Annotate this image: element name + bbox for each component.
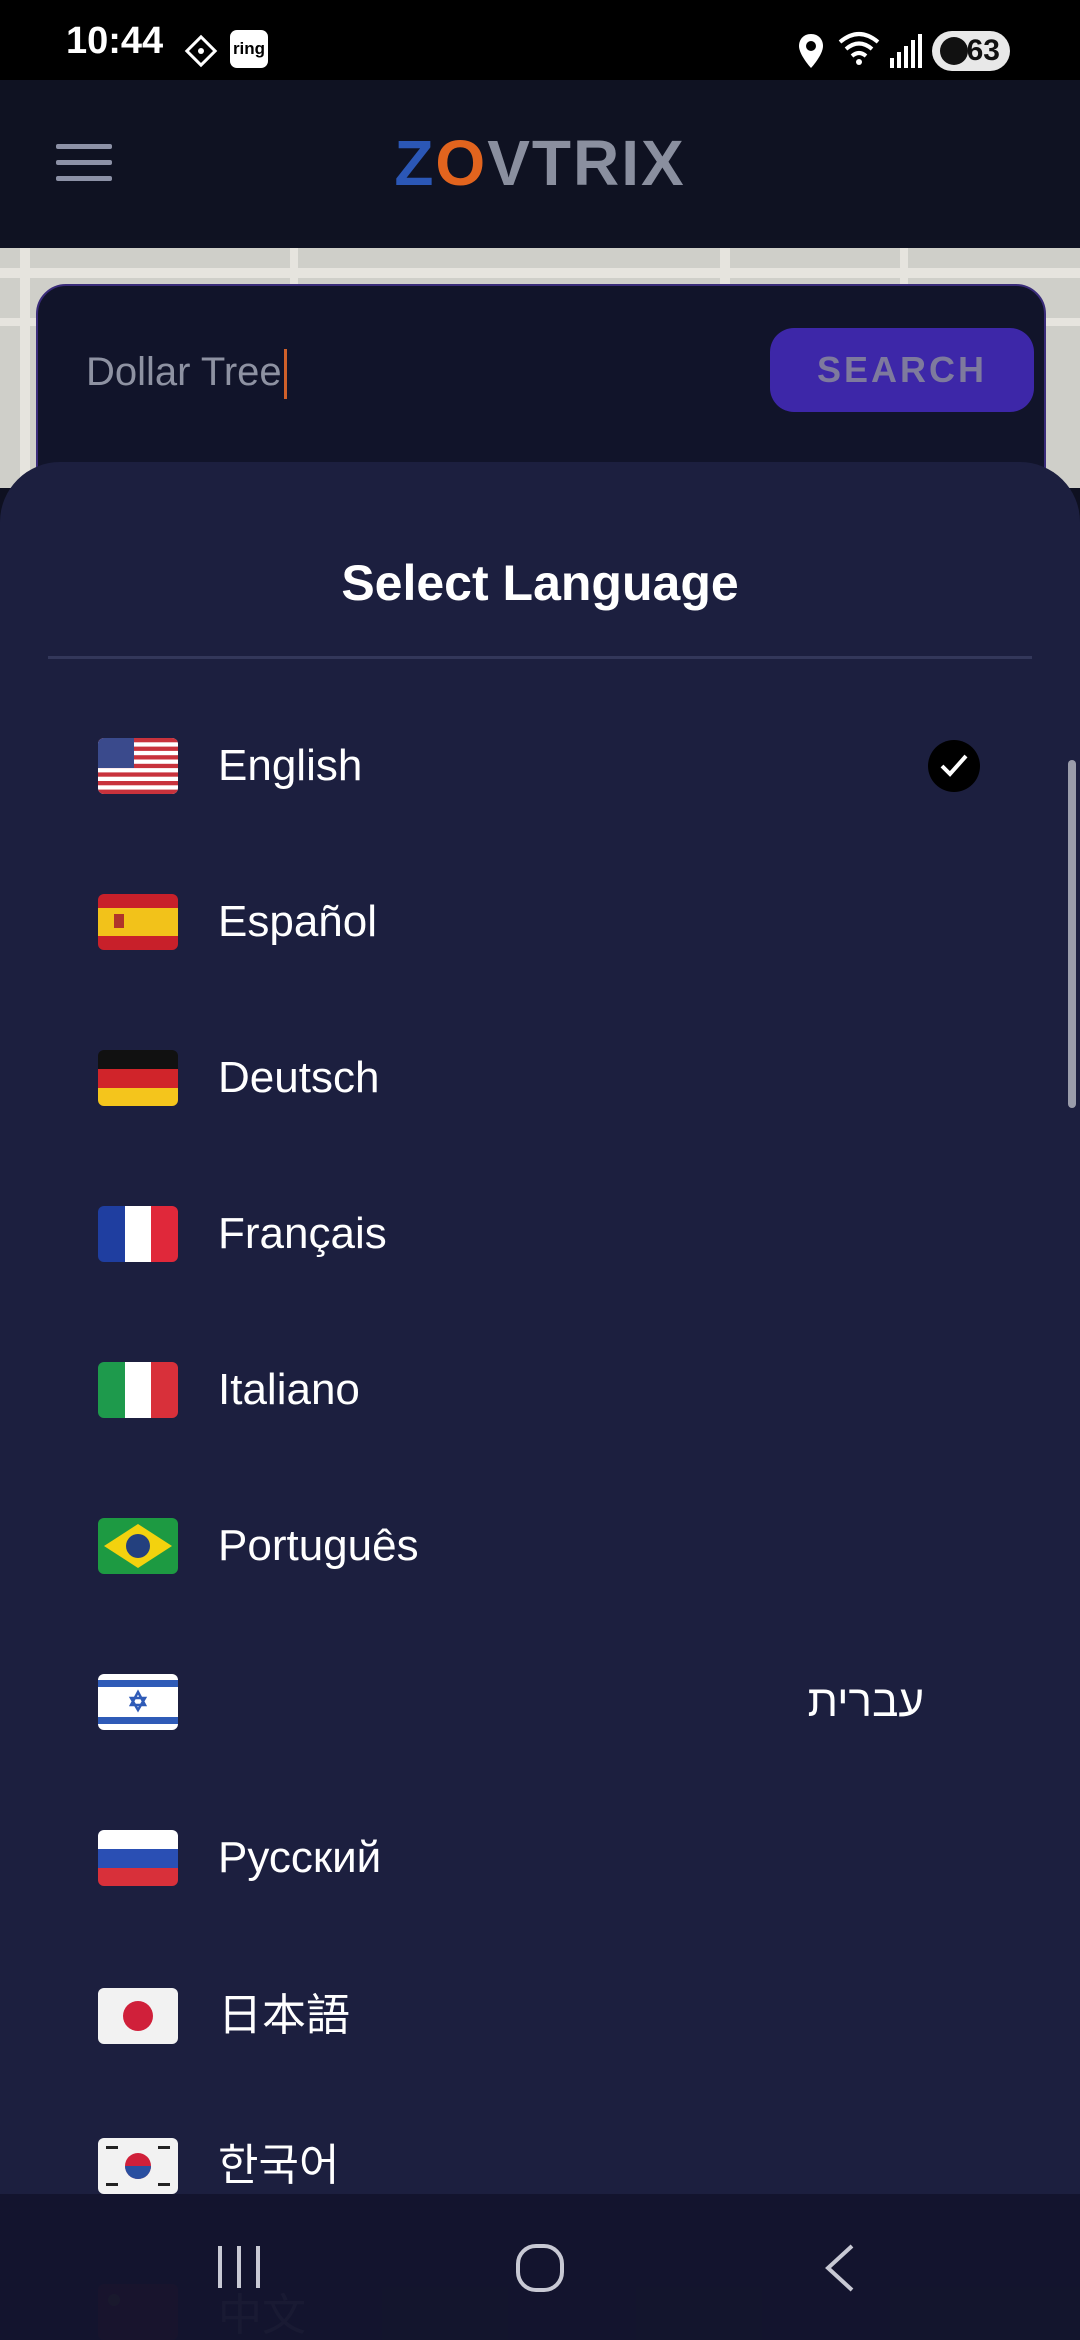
language-bottom-sheet: Select Language English Español Deutsch … (0, 462, 1080, 2340)
selected-check-icon (928, 740, 980, 792)
language-label: Русский (218, 1833, 382, 1882)
italy-flag-icon (98, 1362, 178, 1418)
diamond-notification-icon (182, 32, 220, 75)
search-input[interactable]: Dollar Tree (86, 342, 786, 402)
app-logo: ZOVTRIX (394, 127, 686, 199)
language-item-german[interactable]: Deutsch (0, 1001, 1080, 1151)
russia-flag-icon (98, 1830, 178, 1886)
divider (48, 656, 1032, 659)
back-icon[interactable] (820, 2242, 860, 2299)
battery-saver-icon (940, 37, 968, 65)
status-time: 10:44 (66, 20, 164, 62)
search-button[interactable]: SEARCH (770, 328, 1034, 412)
language-item-russian[interactable]: Русский (0, 1781, 1080, 1931)
korea-flag-icon (98, 2138, 178, 2194)
language-label: 한국어 (218, 2141, 340, 2190)
israel-flag-icon (98, 1674, 178, 1730)
germany-flag-icon (98, 1050, 178, 1106)
text-caret (283, 349, 287, 400)
france-flag-icon (98, 1206, 178, 1262)
home-icon[interactable] (514, 2242, 566, 2299)
battery-icon: 63 (932, 31, 1010, 71)
status-bar: 10:44 ring 63 (0, 0, 1080, 80)
language-label: Français (218, 1209, 387, 1258)
ring-app-icon: ring (230, 30, 268, 68)
location-icon (796, 32, 826, 75)
signal-icon (890, 34, 922, 73)
language-label: English (218, 741, 363, 790)
language-item-hebrew[interactable]: עברית (0, 1625, 1080, 1775)
sheet-title: Select Language (341, 555, 739, 611)
language-item-english[interactable]: English (0, 689, 1080, 839)
scrollbar[interactable] (1068, 760, 1076, 1108)
recent-apps-icon[interactable] (214, 2242, 264, 2297)
wifi-icon (838, 30, 880, 73)
battery-level: 63 (966, 34, 1000, 67)
language-label: Italiano (218, 1365, 360, 1414)
language-item-portuguese[interactable]: Português (0, 1469, 1080, 1619)
language-item-italian[interactable]: Italiano (0, 1313, 1080, 1463)
brazil-flag-icon (98, 1518, 178, 1574)
japan-flag-icon (98, 1988, 178, 2044)
language-item-spanish[interactable]: Español (0, 845, 1080, 995)
language-label: Deutsch (218, 1053, 380, 1102)
language-label: Español (218, 897, 378, 946)
language-label: עברית (807, 1677, 924, 1726)
us-flag-icon (98, 738, 178, 794)
language-label: 日本語 (218, 1991, 350, 2040)
spain-flag-icon (98, 894, 178, 950)
language-item-japanese[interactable]: 日本語 (0, 1939, 1080, 2089)
system-navigation-bar (0, 2194, 1080, 2340)
language-label: Português (218, 1521, 419, 1570)
language-item-french[interactable]: Français (0, 1157, 1080, 1307)
